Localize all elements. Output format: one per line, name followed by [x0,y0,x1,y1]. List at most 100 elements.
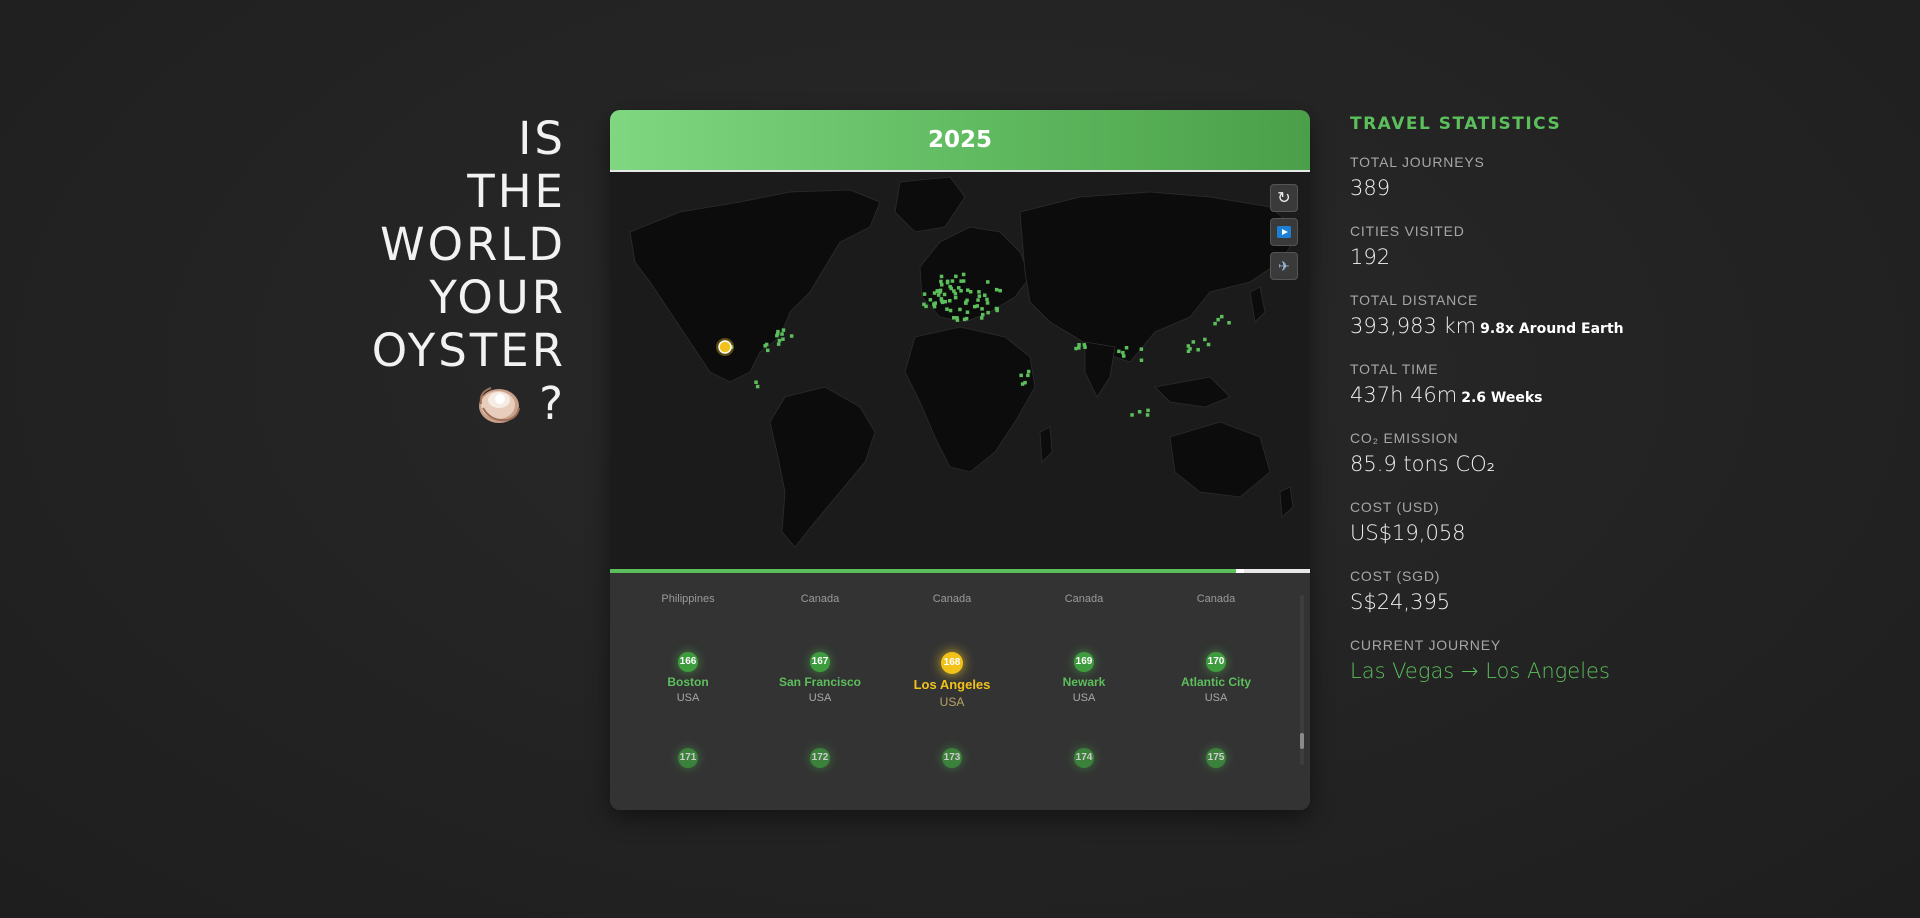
timeline-stop[interactable]: Philippines 166 Boston USA [622,593,754,709]
stop-city: Los Angeles [913,677,991,692]
timeline-stop-active[interactable]: Canada 168 Los Angeles USA [886,593,1018,709]
world-map[interactable]: ↻ ✈ [610,172,1310,569]
visited-city-dot [938,290,942,294]
timeline-stop[interactable]: 172 [754,748,886,768]
visited-city-dot [942,292,947,297]
stop-prev-country: Canada [1196,593,1236,605]
timeline-stop[interactable]: Canada 170 Atlantic City USA [1150,593,1282,709]
stat-co2-emission: CO₂ EMISSION 85.9 tons CO₂ [1350,430,1750,499]
visited-city-dot [936,293,941,297]
stat-value-text: 192 [1350,245,1391,269]
south-america-land [769,386,876,548]
visited-city-dot [973,304,977,309]
stop-city: Newark [1062,675,1106,689]
stop-number-badge: 169 [1074,652,1094,672]
timeline-stop[interactable]: Canada 169 Newark USA [1018,593,1150,709]
visited-city-dot [952,316,956,320]
visited-city-dot [953,295,958,300]
timeline-stop[interactable]: Canada 167 San Francisco USA [754,593,886,709]
visited-city-dot [940,283,944,287]
play-button[interactable] [1270,218,1298,246]
timeline-stop[interactable]: 173 [886,748,1018,768]
visited-city-dot [985,297,989,302]
stop-number-badge: 175 [1206,748,1226,768]
asia-land [1019,191,1301,363]
stat-cost-usd: COST (USD) US$19,058 [1350,499,1750,568]
stat-current-journey: CURRENT JOURNEY Las Vegas → Los Angeles [1350,637,1750,706]
stop-country: USA [1072,692,1096,704]
visited-city-dot [1082,343,1087,347]
timeline-stop[interactable]: 174 [1018,748,1150,768]
stat-value-text: Las Vegas → Los Angeles [1350,659,1610,683]
visited-city-dot [1203,337,1207,342]
stop-country: USA [676,692,700,704]
stat-label: CURRENT JOURNEY [1350,637,1501,653]
headline-line: YOUR [429,271,566,324]
visited-city-dot [945,307,949,311]
visited-city-dot [966,288,970,292]
stop-prev-country: Canada [932,593,972,605]
stop-number-badge: 172 [810,748,830,768]
visited-city-dot [1137,410,1142,414]
visited-city-dot [781,328,786,332]
visited-city-dot [977,290,981,294]
visited-city-dot [1122,354,1126,358]
stat-value: US$19,058 [1350,521,1750,545]
stat-extra: 2.6 Weeks [1461,390,1543,406]
visited-city-dot [980,316,984,320]
stat-total-distance: TOTAL DISTANCE 393,983 km 9.8x Around Ear… [1350,292,1750,361]
flight-button[interactable]: ✈ [1270,252,1298,280]
stat-label: CO₂ EMISSION [1350,430,1459,446]
visited-city-dot [954,274,958,279]
journey-card: 2025 ↻ ✈ Philippines 166 Boston USA Cana… [610,110,1310,810]
stop-number-badge: 167 [810,652,830,672]
visited-city-dot [1139,358,1144,362]
japan-land [1249,286,1266,323]
visited-city-dot [1124,346,1129,350]
stat-value: Las Vegas → Los Angeles [1350,659,1750,683]
stat-cities-visited: CITIES VISITED 192 [1350,223,1750,292]
greenland-land [894,176,966,233]
play-icon [1277,226,1291,238]
card-header: 2025 [610,110,1310,172]
visited-city-dot [965,298,969,303]
timeline-row: 171 172 173 174 175 [622,748,1282,768]
visited-city-dot [1121,350,1125,355]
visited-city-dot [922,292,927,296]
refresh-button[interactable]: ↻ [1270,184,1298,212]
stop-country: USA [1204,692,1228,704]
stop-number-badge: 173 [942,748,962,768]
timeline-scrollbar-thumb[interactable] [1300,733,1304,749]
visited-city-dot [775,333,779,338]
visited-city-dot [939,274,944,279]
stop-number-badge: 168 [941,652,963,674]
visited-city-dot [755,384,760,389]
visited-city-dot [1206,342,1211,347]
visited-city-dot [945,279,950,284]
stat-value: 393,983 km 9.8x Around Earth [1350,314,1750,338]
current-location-marker [716,338,734,356]
new-zealand-land [1279,486,1294,518]
visited-city-dot [983,293,987,297]
stat-label: TOTAL JOURNEYS [1350,154,1485,170]
visited-city-dot [980,307,984,311]
stat-value-text: 393,983 km [1350,314,1477,338]
timeline-row: Philippines 166 Boston USA Canada 167 Sa… [622,593,1282,709]
stat-label: TOTAL DISTANCE [1350,292,1479,308]
visited-city-dot [955,318,960,322]
headline-oyster-line: ? [330,377,566,430]
visited-city-dot [998,288,1002,293]
headline-line: WORLD [380,218,566,271]
map-controls: ↻ ✈ [1270,184,1298,280]
timeline-stop[interactable]: 175 [1150,748,1282,768]
visited-city-dot [1216,317,1220,322]
stat-label: TOTAL TIME [1350,361,1439,377]
visited-city-dot [981,312,985,317]
journey-timeline[interactable]: Philippines 166 Boston USA Canada 167 Sa… [610,573,1310,810]
timeline-stop[interactable]: 171 [622,748,754,768]
visited-city-dot [922,302,926,307]
visited-city-dot [1146,408,1150,413]
headline-question-mark: ? [539,377,566,430]
visited-city-dot [933,301,937,305]
stat-value: 192 [1350,245,1750,269]
